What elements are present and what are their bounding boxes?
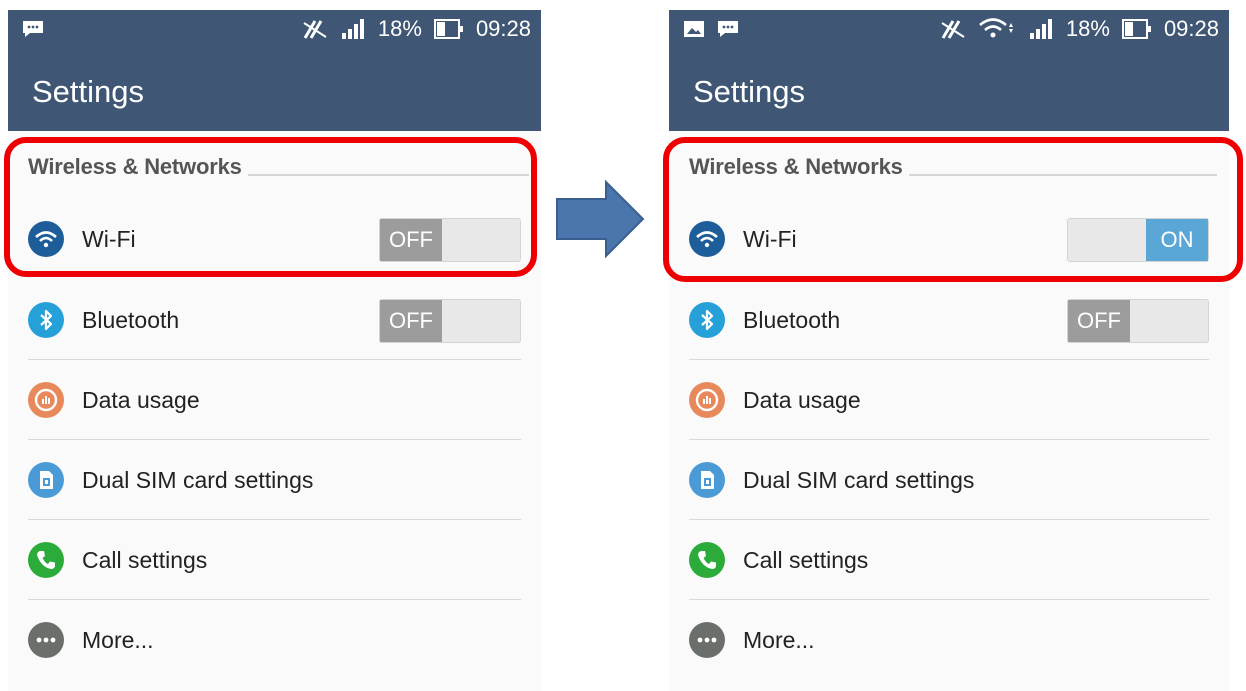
settings-screen-before: 18% 09:28 Settings Wireless & Networks W… [8,10,541,691]
status-bar: 18% 09:28 [8,10,541,54]
bluetooth-toggle[interactable]: OFF [379,299,521,343]
bluetooth-icon [689,302,725,338]
mute-icon [303,20,327,39]
status-bar: 18% 09:28 [669,10,1229,54]
battery-percent: 18% [377,16,422,41]
more-icon [689,622,725,658]
settings-item-dual-sim[interactable]: Dual SIM card settings [689,440,1209,520]
settings-item-more[interactable]: More... [28,600,521,680]
settings-item-label: Data usage [743,386,861,413]
image-notification-icon [684,21,704,37]
settings-item-data-usage[interactable]: Data usage [28,360,521,440]
more-icon [28,622,64,658]
phone-icon [28,542,64,578]
settings-item-label: More... [82,626,154,653]
signal-icon [1029,19,1052,39]
data-usage-icon [689,382,725,418]
app-bar: 18% 09:28 Settings [669,10,1229,131]
bluetooth-toggle[interactable]: OFF [1067,299,1209,343]
settings-item-dual-sim[interactable]: Dual SIM card settings [28,440,521,520]
settings-item-label: Dual SIM card settings [743,466,975,493]
settings-item-label: Bluetooth [743,306,841,333]
message-notification-icon [23,21,43,37]
mute-icon [941,20,965,39]
app-bar: 18% 09:28 Settings [8,10,541,131]
data-usage-icon [28,382,64,418]
sim-card-icon [28,462,64,498]
highlight-box [4,137,537,277]
page-title: Settings [693,74,806,109]
settings-item-bluetooth[interactable]: Bluetooth OFF [28,280,521,360]
message-notification-icon [718,21,738,37]
settings-item-label: Bluetooth [82,306,180,333]
page-title: Settings [32,74,145,109]
transition-arrow-icon [556,179,645,259]
signal-icon [341,19,364,39]
bluetooth-icon [28,302,64,338]
settings-item-call-settings[interactable]: Call settings [689,520,1209,600]
settings-item-bluetooth[interactable]: Bluetooth OFF [689,280,1209,360]
settings-item-more[interactable]: More... [689,600,1209,680]
settings-item-label: Call settings [743,546,869,573]
settings-item-label: Dual SIM card settings [82,466,314,493]
settings-item-label: Data usage [82,386,200,413]
battery-icon [1121,19,1151,39]
highlight-box [663,137,1243,282]
phone-icon [689,542,725,578]
sim-card-icon [689,462,725,498]
battery-percent: 18% [1065,16,1110,41]
settings-item-label: More... [743,626,815,653]
settings-item-call-settings[interactable]: Call settings [28,520,521,600]
clock: 09:28 [1163,16,1219,41]
settings-item-data-usage[interactable]: Data usage [689,360,1209,440]
battery-icon [433,19,463,39]
wifi-status-icon [979,18,1013,38]
clock: 09:28 [475,16,531,41]
settings-screen-after: 18% 09:28 Settings Wireless & Networks W… [669,10,1229,691]
settings-item-label: Call settings [82,546,208,573]
